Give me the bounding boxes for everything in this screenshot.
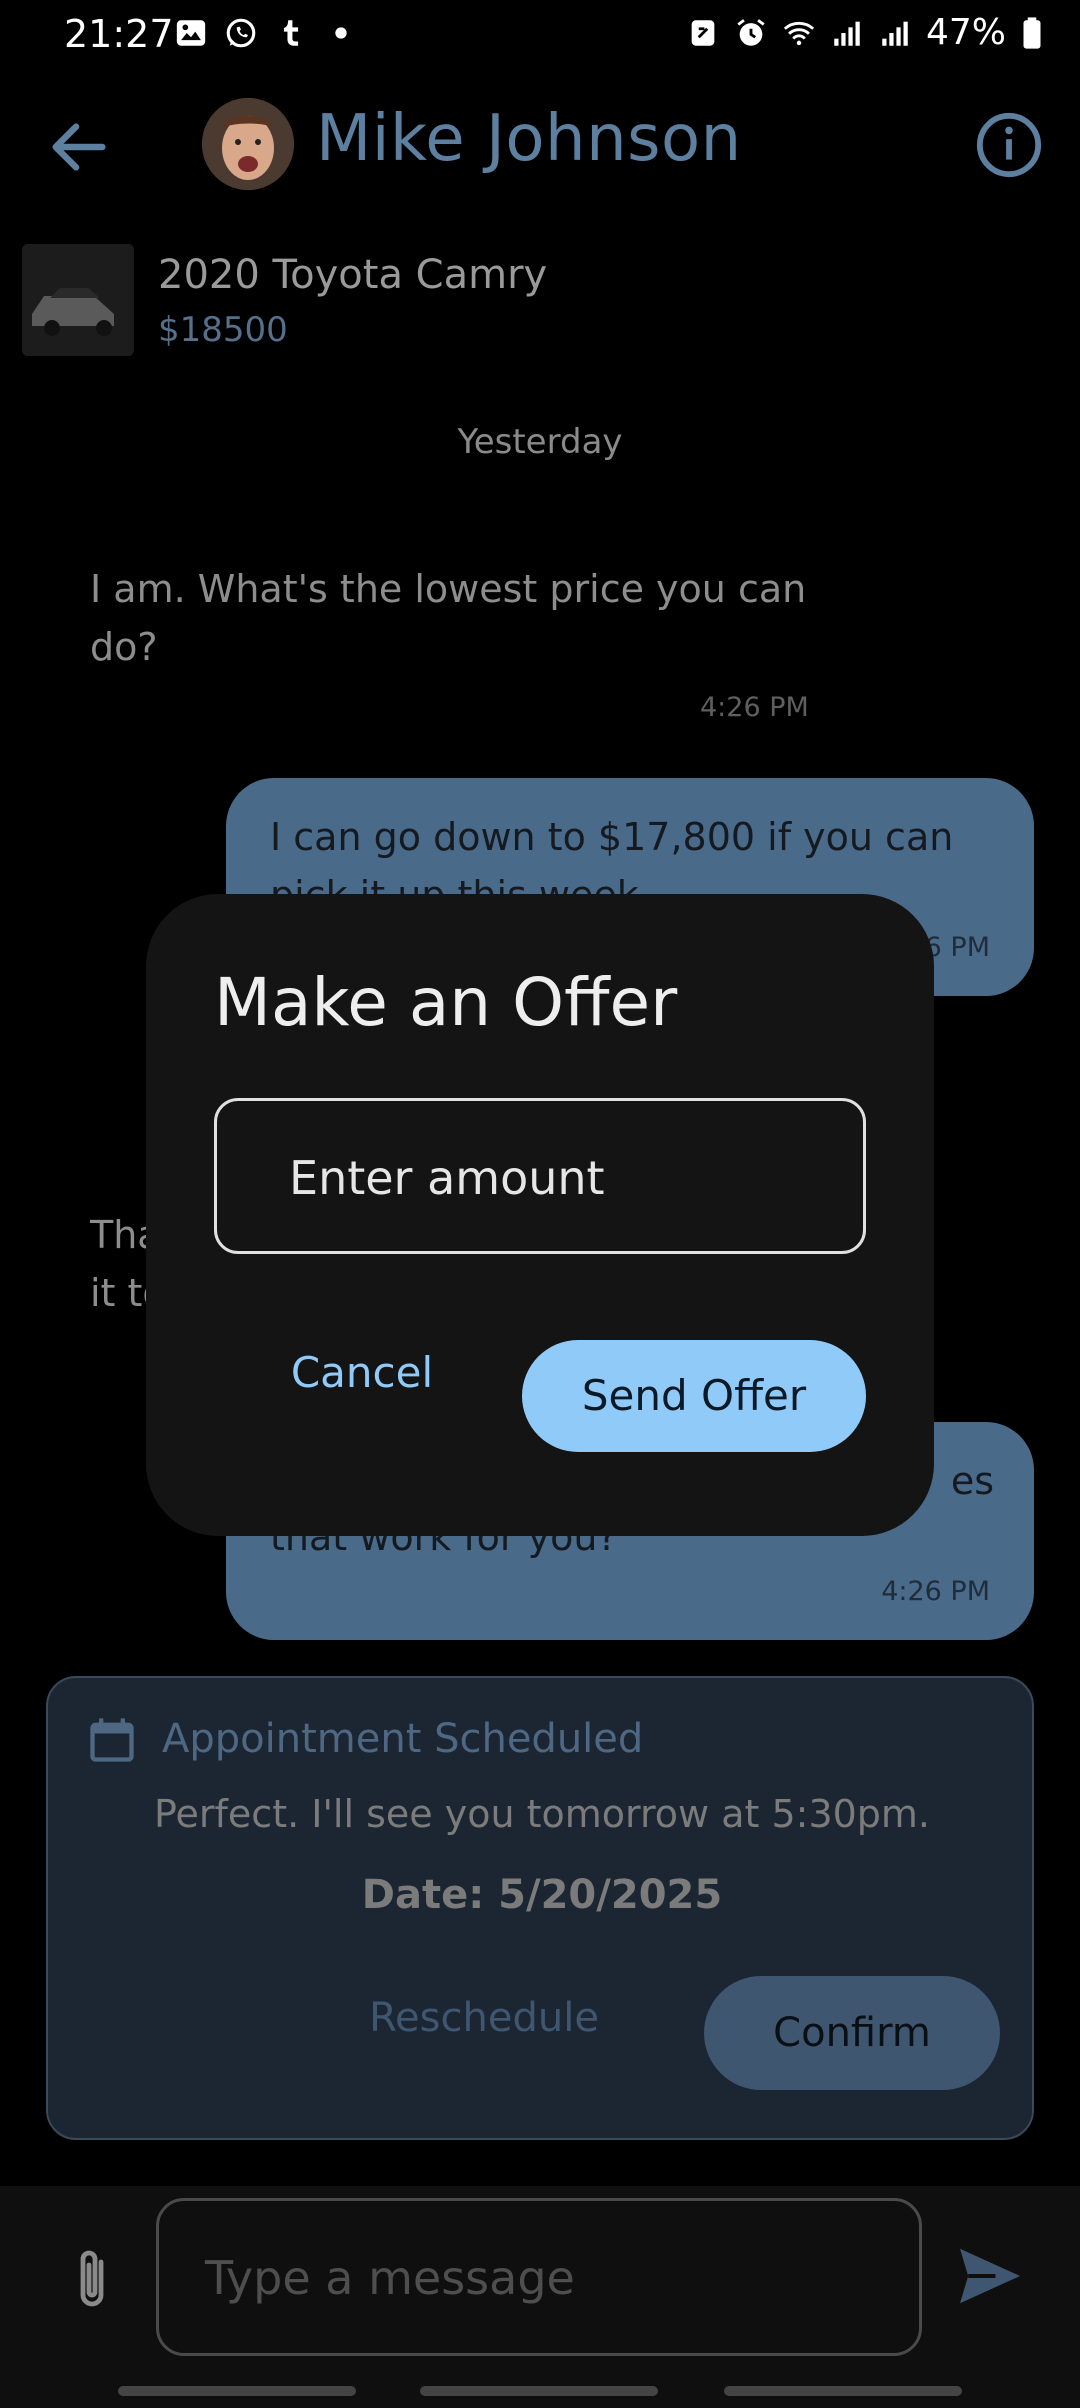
nav-hint: [118, 2386, 356, 2396]
wifi-icon: [783, 21, 815, 45]
nav-hint: [724, 2386, 962, 2396]
back-arrow-icon[interactable]: [44, 112, 114, 182]
status-bar: 21:27 47%: [0, 0, 1080, 72]
appointment-title: Appointment Scheduled: [162, 1716, 644, 1762]
listing-price: $18500: [158, 310, 288, 350]
send-offer-button[interactable]: Send Offer: [522, 1340, 866, 1452]
confirm-button[interactable]: Confirm: [704, 1976, 1000, 2090]
message-composer: Type a message: [0, 2186, 1080, 2408]
amount-input-placeholder: Enter amount: [289, 1151, 605, 1205]
system-icons: 47%: [686, 12, 1044, 53]
date-separator: Yesterday: [457, 422, 623, 462]
contact-name[interactable]: Mike Johnson: [316, 102, 742, 176]
cancel-button[interactable]: Cancel: [264, 1328, 460, 1418]
dialog-title: Make an Offer: [214, 964, 678, 1041]
listing-title: 2020 Toyota Camry: [158, 252, 548, 298]
message-input-placeholder: Type a message: [205, 2251, 575, 2305]
chat-header: Mike Johnson: [0, 80, 1080, 210]
car-image: [22, 244, 134, 356]
appointment-date: Date: 5/20/2025: [361, 1872, 723, 1918]
signal-icon: [882, 21, 908, 46]
battery-icon: [1023, 16, 1041, 49]
appointment-message: Perfect. I'll see you tomorrow at 5:30pm…: [153, 1792, 931, 1836]
listing-summary[interactable]: 2020 Toyota Camry $18500: [22, 244, 1062, 360]
whatsapp-icon: [226, 18, 256, 48]
avatar-image: [202, 98, 294, 190]
attachment-icon[interactable]: [66, 2244, 118, 2316]
message-input[interactable]: Type a message: [156, 2198, 922, 2356]
dot-icon: [335, 27, 347, 39]
send-icon[interactable]: [956, 2246, 1024, 2306]
gallery-icon: [176, 20, 206, 46]
nfc-icon: [691, 19, 715, 46]
signal-icon: [834, 21, 860, 46]
calendar-icon: [90, 1718, 134, 1762]
reschedule-button[interactable]: Reschedule: [364, 1978, 604, 2058]
make-offer-dialog: Make an Offer Enter amount Cancel Send O…: [146, 894, 934, 1536]
nav-hint: [420, 2386, 658, 2396]
tumblr-icon: [283, 20, 299, 46]
battery-percent: 47%: [925, 12, 1006, 53]
incoming-message: I am. What's the lowest price you can do…: [90, 567, 807, 669]
amount-input[interactable]: Enter amount: [214, 1098, 866, 1254]
avatar[interactable]: [202, 98, 294, 190]
appointment-card: Appointment Scheduled Perfect. I'll see …: [46, 1676, 1034, 2140]
status-time: 21:27: [64, 12, 174, 56]
notification-icons: [174, 16, 358, 50]
message-time: 4:26 PM: [881, 1576, 990, 1607]
alarm-icon: [737, 18, 765, 46]
message-time: 4:26 PM: [700, 692, 809, 723]
listing-thumbnail: [22, 244, 134, 356]
info-icon[interactable]: [974, 110, 1044, 180]
